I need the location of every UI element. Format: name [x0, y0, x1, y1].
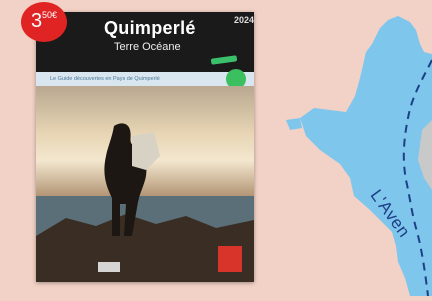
- guide-cover[interactable]: Quimperlé Terre Océane 2024 Le Guide déc…: [36, 12, 254, 282]
- cover-header: Quimperlé Terre Océane 2024: [36, 12, 254, 72]
- guide-title: Quimperlé: [104, 18, 196, 38]
- backpack: [132, 132, 160, 170]
- water-area: [300, 16, 432, 296]
- green-tag: [210, 55, 238, 65]
- price-badge: 3 50€: [21, 2, 67, 42]
- water-inlet: [286, 118, 302, 130]
- cover-logo: [98, 262, 120, 272]
- guide-subtitle: Terre Océane: [114, 41, 181, 53]
- year-badge: 2024: [234, 15, 254, 25]
- price-main: 3: [31, 10, 43, 32]
- cover-photo-svg: [36, 123, 254, 282]
- cover-red-badge: [218, 246, 242, 272]
- cover-photo: [36, 86, 254, 282]
- cover-strip: Le Guide découvertes en Pays de Quimperl…: [36, 72, 254, 86]
- price-cents: 50€: [42, 10, 58, 20]
